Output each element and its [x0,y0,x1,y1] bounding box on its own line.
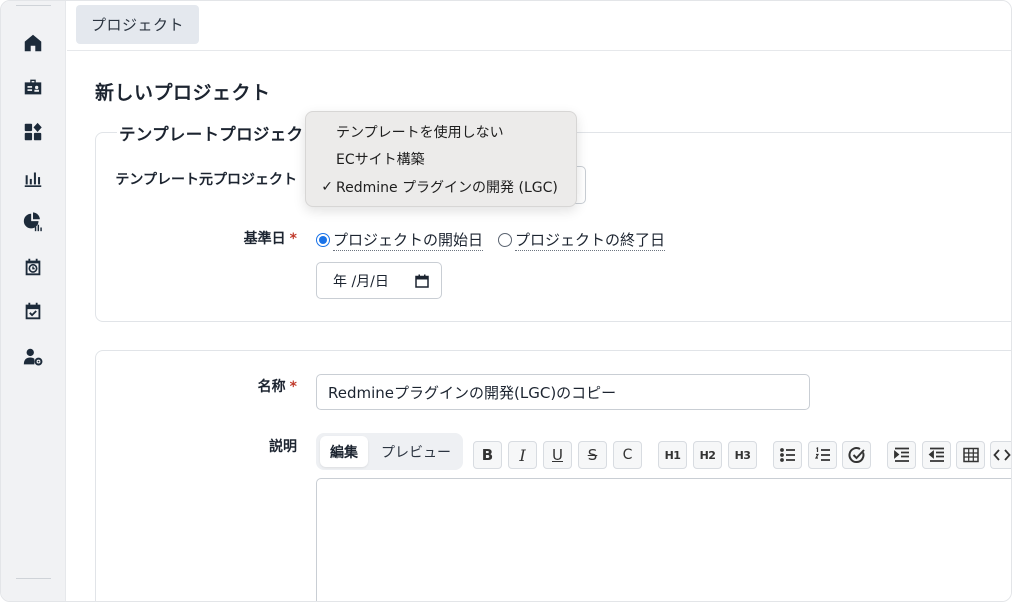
tab-preview[interactable]: プレビュー [376,436,456,467]
template-source-label: テンプレート元プロジェクト [115,170,297,190]
date-placeholder: 年 /月/日 [333,273,389,290]
dropdown-item-label: テンプレートを使用しない [336,125,504,141]
strike-glyph: S [587,446,598,464]
code-button[interactable]: C [613,441,642,469]
name-label: 名称 * [201,377,297,397]
tab-edit[interactable]: 編集 [320,436,368,467]
briefcase-icon[interactable] [21,75,45,99]
sidebar-divider-bottom [16,578,51,579]
radio-project-end-label[interactable]: プロジェクトの終了日 [515,229,666,251]
template-legend: テンプレートプロジェク [117,121,307,145]
task-list-button[interactable] [842,441,871,469]
calendar-clock-icon[interactable] [21,255,45,279]
bold-button[interactable]: B [473,441,502,469]
base-date-input[interactable]: 年 /月/日 [316,262,442,299]
app-window: プロジェクト 新しいプロジェクト テンプレートプロジェク テンプレート元プロジェ… [0,0,1012,602]
outdent-button[interactable] [922,441,951,469]
required-mark: * [289,379,297,395]
table-icon [962,447,979,463]
editor-tabs: 編集 プレビュー [316,433,463,470]
chart-bar-icon[interactable] [21,166,45,190]
underline-button[interactable]: U [543,441,572,469]
apps-icon[interactable] [21,120,45,144]
dropdown-item-label: ECサイト構築 [336,152,425,168]
calendar-icon[interactable] [415,274,429,288]
code-brackets-icon [993,449,1011,461]
name-input-value: Redmineプラグインの開発(LGC)のコピー [328,383,617,402]
description-label-text: 説明 [269,439,297,455]
template-dropdown-menu: テンプレートを使用しない ECサイト構築 ✓ Redmine プラグインの開発 … [305,111,577,207]
base-date-radio-group: プロジェクトの開始日 プロジェクトの終了日 [316,229,680,251]
code-block-button[interactable] [990,441,1011,469]
indent-button[interactable] [887,441,916,469]
numbered-list-button[interactable] [808,441,837,469]
radio-project-start-label[interactable]: プロジェクトの開始日 [333,229,484,251]
top-bar: プロジェクト [67,1,1011,51]
calendar-check-icon[interactable] [21,299,45,323]
base-date-label-text: 基準日 [243,231,286,247]
tab-project[interactable]: プロジェクト [76,5,200,44]
dropdown-item-ec-site[interactable]: ECサイト構築 [306,147,576,171]
h3-glyph: H3 [734,448,751,462]
dropdown-item-redmine-plugin[interactable]: ✓ Redmine プラグインの開発 (LGC) [306,175,576,199]
bold-glyph: B [481,446,494,464]
italic-glyph: I [519,445,526,465]
description-textarea[interactable] [316,478,1011,601]
user-settings-icon[interactable] [21,345,45,369]
description-label: 説明 [201,437,297,457]
radio-project-end[interactable] [498,233,513,247]
check-icon: ✓ [321,179,333,195]
numbered-list-icon [814,447,830,461]
heading3-button[interactable]: H3 [728,441,757,469]
bullet-list-icon [779,448,795,462]
sidebar [1,1,66,601]
dropdown-item-label: Redmine プラグインの開発 (LGC) [336,180,558,196]
pie-chart-icon[interactable] [21,210,45,234]
strikethrough-button[interactable]: S [578,441,607,469]
indent-icon [893,447,909,462]
underline-glyph: U [552,446,563,464]
radio-project-start[interactable] [316,233,330,247]
name-input[interactable]: Redmineプラグインの開発(LGC)のコピー [316,374,810,410]
bullet-list-button[interactable] [773,441,802,469]
heading2-button[interactable]: H2 [693,441,722,469]
page-title: 新しいプロジェクト [95,82,271,104]
home-icon[interactable] [21,31,45,55]
base-date-label: 基準日 * [201,229,297,249]
dropdown-item-no-template[interactable]: テンプレートを使用しない [306,120,576,144]
h1-glyph: H1 [664,448,681,462]
required-mark: * [289,231,297,247]
code-glyph: C [622,447,633,463]
check-circle-icon [848,447,865,464]
outdent-icon [928,447,944,462]
sidebar-divider-top [16,5,51,6]
name-label-text: 名称 [257,379,286,395]
template-source-label-text: テンプレート元プロジェクト [115,172,297,188]
table-button[interactable] [956,441,985,469]
italic-button[interactable]: I [508,441,537,469]
h2-glyph: H2 [699,448,716,462]
heading1-button[interactable]: H1 [658,441,687,469]
